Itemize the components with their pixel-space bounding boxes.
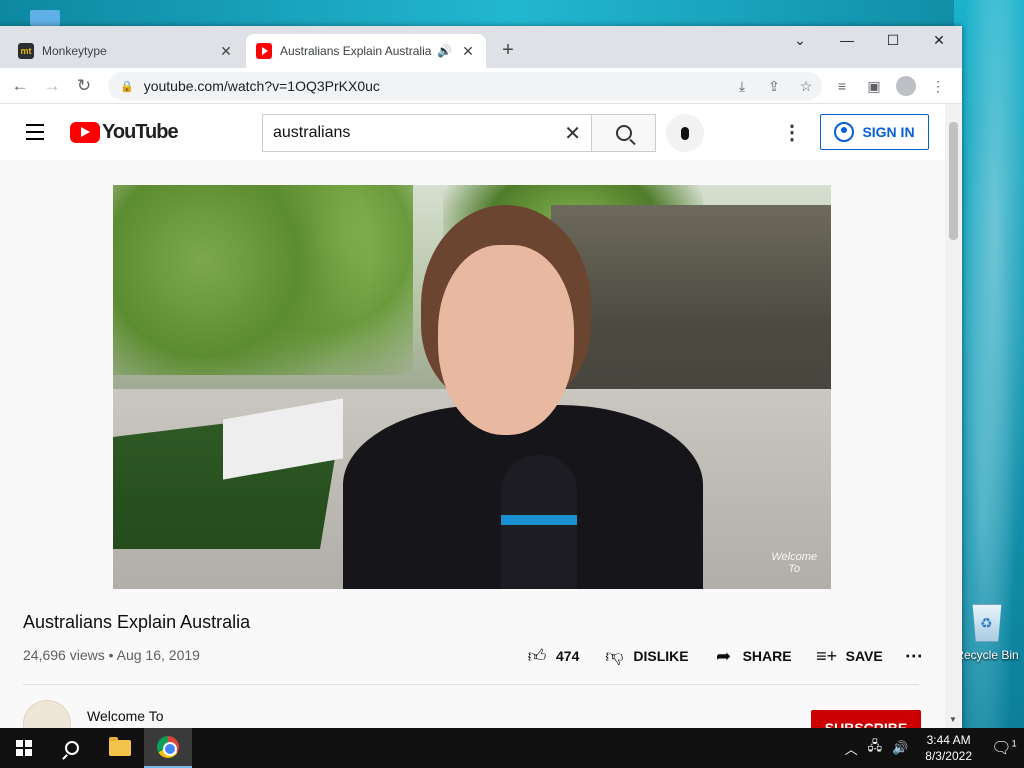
tab-strip: mt Monkeytype ✕ Australians Explain Aust… — [0, 26, 962, 68]
close-tab-icon[interactable]: ✕ — [460, 43, 476, 60]
monkeytype-favicon-icon: mt — [18, 43, 34, 59]
search-button[interactable] — [592, 114, 656, 152]
minimize-button[interactable]: — — [824, 26, 870, 56]
hamburger-menu-icon[interactable] — [26, 124, 44, 145]
microphone-icon — [681, 126, 689, 140]
back-button[interactable]: ← — [4, 76, 36, 96]
youtube-wordmark: YouTube — [102, 121, 179, 143]
notification-count: 1 — [1011, 738, 1017, 749]
recycle-bin-icon — [972, 604, 1002, 642]
tab-title: Monkeytype — [42, 44, 107, 58]
search-input[interactable]: australians ✕ — [262, 114, 592, 152]
settings-menu-icon[interactable]: ⋮ — [782, 120, 802, 145]
microphone-prop — [501, 455, 577, 589]
file-explorer-button[interactable] — [96, 728, 144, 768]
clock-time: 3:44 AM — [926, 733, 971, 747]
video-actions: 👍︎ 474 👎︎ DISLIKE ➦ SHARE ≡+ SAVE ⋯ — [526, 642, 923, 670]
youtube-page: YouTube australians ✕ ⋮ SIGN IN Welcome … — [0, 104, 945, 728]
windows-logo-icon — [16, 740, 32, 756]
tab-search-icon[interactable]: ⌄ — [777, 26, 823, 56]
system-tray: ︿ 🖧 🔊 3:44 AM 8/3/2022 🗨1 — [840, 728, 1024, 768]
subscribe-button[interactable]: SUBSCRIBE — [811, 710, 921, 728]
thumbs-up-icon: 👍︎ — [527, 646, 547, 666]
clock-date: 8/3/2022 — [925, 749, 972, 763]
maximize-button[interactable]: ☐ — [870, 26, 916, 56]
speaker-icon[interactable]: 🔊 — [437, 44, 452, 58]
clear-search-icon[interactable]: ✕ — [564, 121, 581, 146]
share-arrow-icon: ➦ — [716, 645, 732, 666]
share-button[interactable]: ➦ SHARE — [713, 646, 792, 667]
dislike-button[interactable]: 👎︎ DISLIKE — [603, 645, 688, 667]
taskbar: ︿ 🖧 🔊 3:44 AM 8/3/2022 🗨1 — [0, 728, 1024, 768]
save-button[interactable]: ≡+ SAVE — [816, 646, 883, 667]
recycle-bin[interactable]: Recycle Bin — [955, 600, 1019, 670]
volume-icon[interactable]: 🔊 — [892, 740, 908, 756]
chrome-taskbar-button[interactable] — [144, 728, 192, 768]
close-window-button[interactable]: ✕ — [916, 26, 962, 56]
channel-avatar[interactable] — [23, 700, 71, 728]
save-label: SAVE — [845, 648, 883, 664]
video-watermark: Welcome To — [771, 551, 817, 575]
reload-button[interactable]: ↻ — [68, 76, 100, 96]
account-icon — [834, 122, 855, 142]
search-icon — [65, 741, 79, 755]
start-button[interactable] — [0, 728, 48, 768]
chrome-icon — [157, 736, 179, 758]
bookmark-star-icon[interactable]: ☆ — [790, 78, 822, 95]
like-count: 474 — [556, 648, 580, 664]
like-button[interactable]: 👍︎ 474 — [526, 645, 580, 667]
show-hidden-icons-icon[interactable]: ︿ — [845, 739, 858, 758]
youtube-logo[interactable]: YouTube — [70, 121, 179, 144]
url-text: youtube.com/watch?v=1OQ3PrKX0uc — [143, 78, 380, 94]
taskbar-search-button[interactable] — [48, 728, 96, 768]
install-icon[interactable]: ⤓ — [726, 78, 758, 95]
notification-center-icon[interactable]: 🗨1 — [984, 738, 1024, 758]
close-tab-icon[interactable]: ✕ — [218, 43, 234, 60]
profile-avatar-icon[interactable] — [896, 76, 916, 96]
recycle-bin-label: Recycle Bin — [955, 648, 1019, 662]
channel-name[interactable]: Welcome To — [87, 708, 164, 724]
scrollbar-thumb[interactable] — [949, 122, 958, 240]
forward-button[interactable]: → — [36, 76, 68, 96]
page-scrollbar[interactable]: ▼ — [945, 104, 962, 728]
video-meta: 24,696 views • Aug 16, 2019 — [23, 647, 200, 663]
media-control-icon[interactable]: ≡ — [826, 78, 858, 94]
divider — [23, 684, 919, 685]
video-interviewee — [343, 205, 703, 589]
toolbar-right: ≡ ▣ ⋮ — [826, 68, 954, 104]
lock-icon[interactable]: 🔒 — [120, 80, 134, 93]
video-title: Australians Explain Australia — [23, 612, 251, 632]
omnibox-actions: ⤓ ⇪ ☆ — [726, 68, 822, 104]
thumbs-down-icon: 👎︎ — [605, 646, 624, 666]
sign-in-label: SIGN IN — [862, 124, 915, 140]
youtube-play-icon — [70, 122, 100, 143]
search-query: australians — [273, 124, 351, 141]
search-icon — [615, 125, 632, 141]
new-tab-button[interactable]: + — [496, 39, 520, 62]
share-label: SHARE — [742, 648, 792, 664]
side-panel-icon[interactable]: ▣ — [858, 78, 890, 95]
tab-title: Australians Explain Australia — [280, 44, 432, 58]
scroll-down-arrow-icon[interactable]: ▼ — [949, 715, 957, 724]
chrome-menu-icon[interactable]: ⋮ — [922, 78, 954, 95]
more-actions-icon[interactable]: ⋯ — [905, 646, 923, 667]
desktop-wallpaper-top — [0, 0, 1024, 26]
playlist-add-icon: ≡+ — [816, 645, 838, 666]
video-player[interactable]: Welcome To — [113, 185, 831, 589]
clock[interactable]: 3:44 AM 8/3/2022 — [925, 732, 972, 764]
address-bar[interactable]: 🔒 youtube.com/watch?v=1OQ3PrKX0uc — [108, 72, 822, 100]
folder-icon — [109, 737, 131, 756]
tab-monkeytype[interactable]: mt Monkeytype ✕ — [8, 34, 244, 68]
youtube-favicon-icon — [256, 43, 272, 59]
youtube-header: YouTube australians ✕ ⋮ SIGN IN — [0, 104, 945, 160]
browser-window: mt Monkeytype ✕ Australians Explain Aust… — [0, 26, 962, 728]
voice-search-button[interactable] — [666, 114, 704, 152]
sign-in-button[interactable]: SIGN IN — [820, 114, 929, 150]
share-icon[interactable]: ⇪ — [758, 78, 790, 95]
browser-toolbar: ← → ↻ 🔒 youtube.com/watch?v=1OQ3PrKX0uc … — [0, 68, 962, 104]
network-icon[interactable]: 🖧 — [868, 737, 883, 759]
desktop-folder-icon[interactable] — [30, 10, 60, 26]
tab-youtube[interactable]: Australians Explain Australia 🔊 ✕ — [246, 34, 486, 68]
dislike-label: DISLIKE — [633, 648, 689, 664]
